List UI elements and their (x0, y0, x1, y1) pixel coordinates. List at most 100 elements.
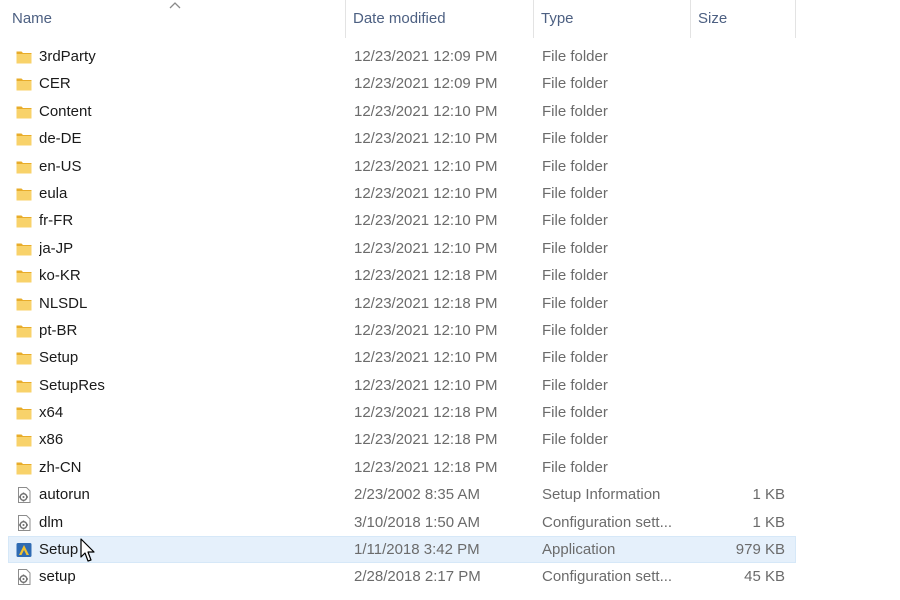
file-list-item[interactable]: x64 12/23/2021 12:18 PM File folder (0, 399, 900, 426)
file-list-item[interactable]: eula 12/23/2021 12:10 PM File folder (0, 180, 900, 207)
file-list-item[interactable]: en-US 12/23/2021 12:10 PM File folder (0, 153, 900, 180)
file-name[interactable]: eula (39, 180, 339, 207)
file-type: File folder (542, 239, 608, 257)
folder-icon (16, 352, 32, 365)
file-date-modified: 1/11/2018 3:42 PM (354, 541, 480, 559)
file-type: File folder (542, 48, 608, 65)
file-type: Configuration sett... (542, 568, 673, 586)
file-name[interactable]: en-US (39, 153, 339, 180)
file-date-modified: 12/23/2021 12:18 PM (354, 458, 498, 476)
file-size: 1 KB (752, 513, 785, 531)
file-list-item[interactable]: 3rdParty 12/23/2021 12:09 PM File folder (0, 43, 900, 70)
file-list-item[interactable]: Setup 1/11/2018 3:42 PM Application 979 KB (0, 536, 900, 564)
column-divider[interactable] (690, 0, 691, 38)
file-type: File folder (542, 404, 608, 422)
column-header-name[interactable]: Name (12, 0, 52, 38)
file-type: File folder (542, 321, 608, 339)
file-date-modified: 12/23/2021 12:09 PM (354, 75, 498, 93)
file-list-item[interactable]: fr-FR 12/23/2021 12:10 PM File folder (0, 207, 900, 234)
file-list-item[interactable]: zh-CN 12/23/2021 12:18 PM File folder (0, 454, 900, 481)
folder-icon (16, 51, 32, 64)
file-name[interactable]: Content (39, 98, 339, 125)
file-type: File folder (542, 184, 608, 202)
file-type: File folder (542, 75, 608, 93)
file-name[interactable]: Setup (39, 344, 339, 371)
file-list-item[interactable]: Setup 12/23/2021 12:10 PM File folder (0, 344, 900, 371)
file-name[interactable]: autorun (39, 481, 339, 508)
file-size (690, 426, 785, 453)
file-type: File folder (542, 294, 608, 312)
folder-icon (16, 133, 32, 146)
file-name[interactable]: fr-FR (39, 207, 339, 234)
file-list-item[interactable]: ko-KR 12/23/2021 12:18 PM File folder (0, 262, 900, 289)
file-name[interactable]: de-DE (39, 125, 339, 152)
file-date-modified: 12/23/2021 12:10 PM (354, 212, 498, 230)
file-list-item[interactable]: de-DE 12/23/2021 12:10 PM File folder (0, 125, 900, 152)
file-size (690, 153, 785, 180)
file-type: File folder (542, 157, 608, 175)
file-list-item[interactable]: pt-BR 12/23/2021 12:10 PM File folder (0, 317, 900, 344)
column-divider[interactable] (795, 0, 796, 38)
column-header-date-modified[interactable]: Date modified (353, 0, 446, 38)
folder-icon (16, 380, 32, 393)
file-date-modified: 2/28/2018 2:17 PM (354, 568, 481, 586)
column-header-size[interactable]: Size (698, 0, 727, 38)
file-type: Configuration sett... (542, 513, 673, 531)
sort-ascending-icon (169, 2, 181, 9)
column-divider[interactable] (533, 0, 534, 38)
file-list-item[interactable]: ja-JP 12/23/2021 12:10 PM File folder (0, 235, 900, 262)
file-name[interactable]: ja-JP (39, 235, 339, 262)
file-size (690, 262, 785, 289)
file-name[interactable]: CER (39, 70, 339, 97)
file-name[interactable]: setup (39, 563, 339, 590)
file-list-item[interactable]: Content 12/23/2021 12:10 PM File folder (0, 98, 900, 125)
file-list-item[interactable]: autorun 2/23/2002 8:35 AM Setup Informatio… (0, 481, 900, 508)
file-size (690, 43, 785, 70)
file-date-modified: 12/23/2021 12:18 PM (354, 404, 498, 422)
folder-icon (16, 462, 32, 475)
file-type: File folder (542, 130, 608, 148)
file-date-modified: 12/23/2021 12:10 PM (354, 184, 498, 202)
file-list-item[interactable]: SetupRes 12/23/2021 12:10 PM File folder (0, 372, 900, 399)
folder-icon (16, 434, 32, 447)
column-divider[interactable] (345, 0, 346, 38)
folder-icon (16, 161, 32, 174)
folder-icon (16, 106, 32, 119)
file-name[interactable]: x86 (39, 426, 339, 453)
file-size (690, 207, 785, 234)
file-size (690, 180, 785, 207)
settings-file-icon (18, 569, 31, 586)
file-size (690, 70, 785, 97)
file-date-modified: 12/23/2021 12:18 PM (354, 431, 498, 449)
file-list-item[interactable]: setup 2/28/2018 2:17 PM Configuration sett… (0, 563, 900, 590)
file-size (690, 290, 785, 317)
file-size (690, 98, 785, 125)
file-name[interactable]: x64 (39, 399, 339, 426)
file-size (690, 344, 785, 371)
file-type: File folder (542, 212, 608, 230)
file-list-item[interactable]: x86 12/23/2021 12:18 PM File folder (0, 426, 900, 453)
file-name[interactable]: 3rdParty (39, 43, 339, 70)
file-name[interactable]: dlm (39, 509, 339, 536)
file-date-modified: 12/23/2021 12:10 PM (354, 376, 498, 394)
mouse-pointer-icon (80, 538, 95, 562)
file-type: File folder (542, 376, 608, 394)
file-name[interactable]: NLSDL (39, 290, 339, 317)
file-list-item[interactable]: dlm 3/10/2018 1:50 AM Configuration sett..… (0, 509, 900, 536)
folder-icon (16, 78, 32, 91)
file-list: 3rdParty 12/23/2021 12:09 PM File folder CE… (0, 43, 900, 591)
file-name[interactable]: zh-CN (39, 454, 339, 481)
file-name[interactable]: pt-BR (39, 317, 339, 344)
file-size (690, 399, 785, 426)
folder-icon (16, 215, 32, 228)
file-name[interactable]: SetupRes (39, 372, 339, 399)
file-name[interactable]: ko-KR (39, 262, 339, 289)
file-date-modified: 3/10/2018 1:50 AM (354, 513, 480, 531)
settings-file-icon (18, 487, 31, 504)
file-size (690, 317, 785, 344)
file-list-item[interactable]: CER 12/23/2021 12:09 PM File folder (0, 70, 900, 97)
file-date-modified: 12/23/2021 12:10 PM (354, 349, 498, 367)
file-list-item[interactable]: NLSDL 12/23/2021 12:18 PM File folder (0, 290, 900, 317)
column-header-type[interactable]: Type (541, 0, 574, 38)
folder-icon (16, 325, 32, 338)
